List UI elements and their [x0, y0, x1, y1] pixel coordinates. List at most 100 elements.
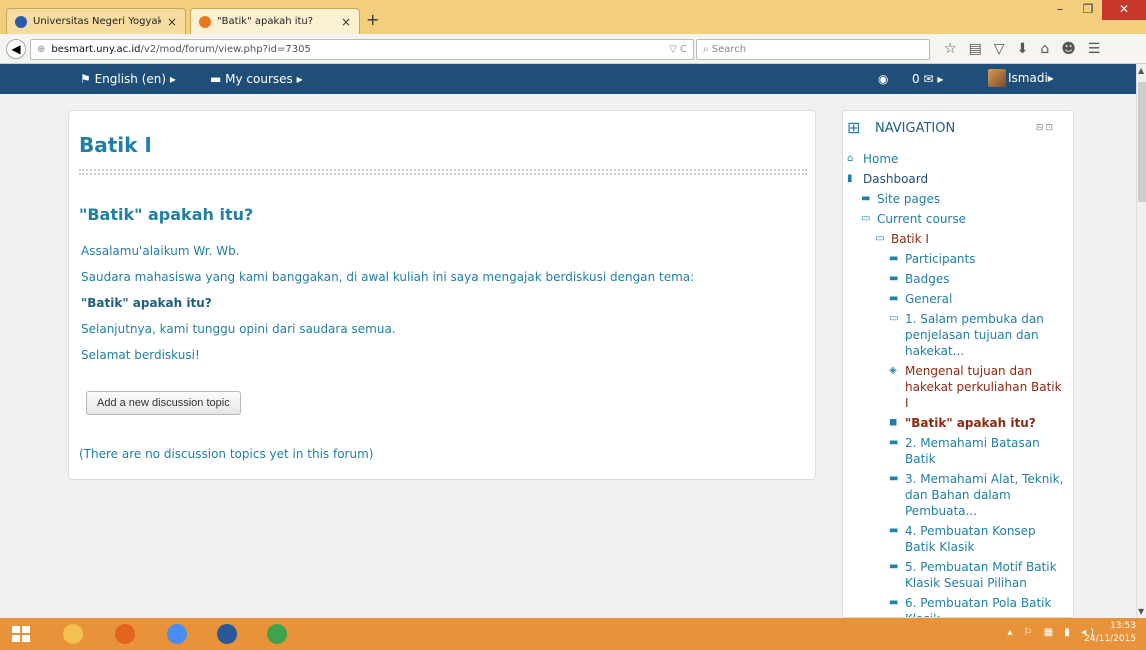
forum-title: "Batik" apakah itu? [79, 205, 254, 224]
nav-item[interactable]: ▭ Current course [847, 211, 1067, 227]
nav-item-label: 5. Pembuatan Motif Batik Klasik Sesuai P… [905, 560, 1057, 590]
star-icon[interactable]: ☆ [944, 41, 957, 57]
sitemap-icon: ⊞ [847, 118, 861, 137]
scroll-down-icon[interactable]: ▼ [1138, 607, 1144, 616]
nav-item[interactable]: ▬ Badges [847, 271, 1067, 287]
browser-tab-uny[interactable]: Universitas Negeri Yogyak... × [6, 8, 186, 34]
close-window-icon[interactable]: ✕ [1102, 0, 1146, 20]
nav-item[interactable]: ▬ 3. Memahami Alat, Teknik, dan Bahan dal… [847, 471, 1067, 519]
app-glyph [63, 624, 83, 644]
user-menu[interactable]: Ismadi ▸ [988, 69, 1054, 87]
language-menu[interactable]: ⚑ English (en) ▸ [80, 72, 176, 86]
nav-item[interactable]: ▭ 1. Salam pembuka dan penjelasan tujuan … [847, 311, 1067, 359]
close-tab-icon[interactable]: × [167, 15, 177, 29]
network-icon[interactable] [256, 621, 298, 647]
intro-line: Selamat berdiskusi! [81, 348, 200, 362]
url-host: besmart.uny.ac.id [51, 44, 141, 55]
nav-item[interactable]: ▬ 4. Pembuatan Konsep Batik Klasik [847, 523, 1067, 555]
nav-item[interactable]: ▬ 2. Memahami Batasan Batik [847, 435, 1067, 467]
moodle-favicon-icon [199, 15, 211, 28]
folder-open-icon: ▭ [875, 233, 885, 244]
nav-item[interactable]: ◈ Mengenal tujuan dan hakekat perkuliahan… [847, 363, 1067, 411]
caret-right-icon: ▸ [166, 72, 176, 86]
firefox-icon[interactable] [104, 621, 146, 647]
avatar [988, 69, 1006, 87]
add-discussion-topic-button[interactable]: Add a new discussion topic [86, 391, 241, 415]
flag-icon: ⚑ [80, 72, 95, 86]
browser-toolbar: ◀ ⊕ besmart.uny.ac.id /v2/mod/forum/view… [0, 34, 1146, 64]
reading-list-icon[interactable]: ▤ [969, 41, 982, 57]
navigation-tree: ⌂ Home ▮ Dashboard ▬ Site pages ▭ Current cours… [847, 151, 1067, 617]
target-icon[interactable]: ◉ [878, 72, 888, 86]
site-header: ⚑ English (en) ▸ ▬ My courses ▸ ◉ 0 ✉ ▸ … [0, 64, 1136, 94]
nav-item-label: 4. Pembuatan Konsep Batik Klasik [905, 524, 1036, 554]
app-glyph [167, 624, 187, 644]
clock-time: 13:53 [1110, 621, 1136, 631]
folder-icon: ▬ [889, 473, 899, 484]
clock[interactable]: 13:53 24/11/2015 [1084, 620, 1136, 646]
download-icon[interactable]: ⬇ [1017, 41, 1029, 57]
nav-item-label: Badges [905, 272, 950, 286]
search-icon: ⌕ [703, 44, 712, 55]
windows-start-icon[interactable] [12, 626, 30, 642]
nav-item[interactable]: ▬ 5. Pembuatan Motif Batik Klasik Sesuai … [847, 559, 1067, 591]
intro-line: Selanjutnya, kami tunggu opini dari saud… [81, 322, 396, 336]
messages-menu[interactable]: 0 ✉ ▸ [912, 72, 943, 86]
page-icon: ▮ [847, 173, 853, 184]
page-scrollbar[interactable]: ▲ ▼ [1136, 64, 1146, 618]
globe-icon: ⊕ [37, 44, 46, 55]
address-bar[interactable]: ⊕ besmart.uny.ac.id /v2/mod/forum/view.p… [30, 39, 694, 60]
caret-right-icon: ▸ [292, 72, 303, 86]
nav-item[interactable]: ⌂ Home [847, 151, 1067, 167]
folder-icon: ▬ [889, 273, 899, 284]
envelope-icon: ✉ [919, 72, 934, 86]
dock-icon[interactable]: ⊡ [1045, 123, 1055, 133]
back-arrow-icon[interactable]: ◀ [6, 39, 26, 59]
nav-item[interactable]: ▭ Batik I [847, 231, 1067, 247]
nav-item[interactable]: ▬ 6. Pembuatan Pola Batik Klasik [847, 595, 1067, 617]
pocket-icon[interactable]: ▽ [994, 41, 1005, 57]
folder-icon: ▬ [861, 193, 871, 204]
briefcase-icon: ▬ [210, 72, 226, 86]
navigation-block: ⊞ NAVIGATION ⊟⊡ ⌂ Home ▮ Dashboard ▬ Site pag… [842, 110, 1074, 618]
scroll-thumb[interactable] [1138, 82, 1146, 202]
minimize-icon[interactable]: – [1046, 0, 1074, 20]
menu-icon[interactable]: ☰ [1088, 41, 1101, 57]
course-title[interactable]: Batik I [79, 133, 152, 157]
intro-line: Assalamu'alaikum Wr. Wb. [81, 244, 240, 258]
maximize-icon[interactable]: ❐ [1074, 0, 1102, 20]
my-courses-label: My courses [225, 72, 293, 86]
folder-icon: ▬ [889, 437, 899, 448]
word-icon[interactable] [206, 621, 248, 647]
no-topics-message: (There are no discussion topics yet in t… [79, 447, 374, 461]
nav-item[interactable]: ▬ Site pages [847, 191, 1067, 207]
nav-item-label: Current course [877, 212, 966, 226]
forum-content: Batik I "Batik" apakah itu? Assalamu'ala… [68, 110, 816, 480]
url-path: /v2/mod/forum/view.php?id=7305 [140, 44, 311, 55]
chrome-icon[interactable] [156, 621, 198, 647]
nav-item[interactable]: ▬ General [847, 291, 1067, 307]
my-courses-menu[interactable]: ▬ My courses ▸ [210, 72, 303, 86]
clock-date: 24/11/2015 [1084, 634, 1136, 644]
home-icon[interactable]: ⌂ [1040, 41, 1049, 57]
chat-icon[interactable]: ☻ [1061, 41, 1076, 57]
nav-item-label: Participants [905, 252, 976, 266]
search-input[interactable]: ⌕ Search [696, 39, 930, 60]
tab-title: "Batik" apakah itu? [217, 16, 314, 27]
folder-icon: ▬ [889, 597, 899, 608]
nav-item-label: Batik I [891, 232, 929, 246]
reload-icon[interactable]: ▽ C [669, 44, 687, 55]
navigation-header: ⊞ NAVIGATION [847, 119, 955, 137]
toolbar-icons: ☆ ▤ ▽ ⬇ ⌂ ☻ ☰ [944, 41, 1100, 57]
nav-item-label: 6. Pembuatan Pola Batik Klasik [905, 596, 1052, 617]
scroll-up-icon[interactable]: ▲ [1138, 66, 1144, 75]
block-controls: ⊟⊡ [1036, 123, 1055, 133]
new-tab-icon[interactable]: + [366, 10, 379, 29]
browser-tabstrip: Universitas Negeri Yogyak... × "Batik" a… [0, 0, 1146, 34]
nav-item[interactable]: ▮ Dashboard [847, 171, 1067, 187]
file-explorer-icon[interactable] [52, 621, 94, 647]
browser-tab-forum[interactable]: "Batik" apakah itu? × [190, 8, 360, 34]
nav-item[interactable]: ▬ Participants [847, 251, 1067, 267]
close-tab-icon[interactable]: × [341, 15, 351, 29]
nav-item[interactable]: ◼ "Batik" apakah itu? [847, 415, 1067, 431]
